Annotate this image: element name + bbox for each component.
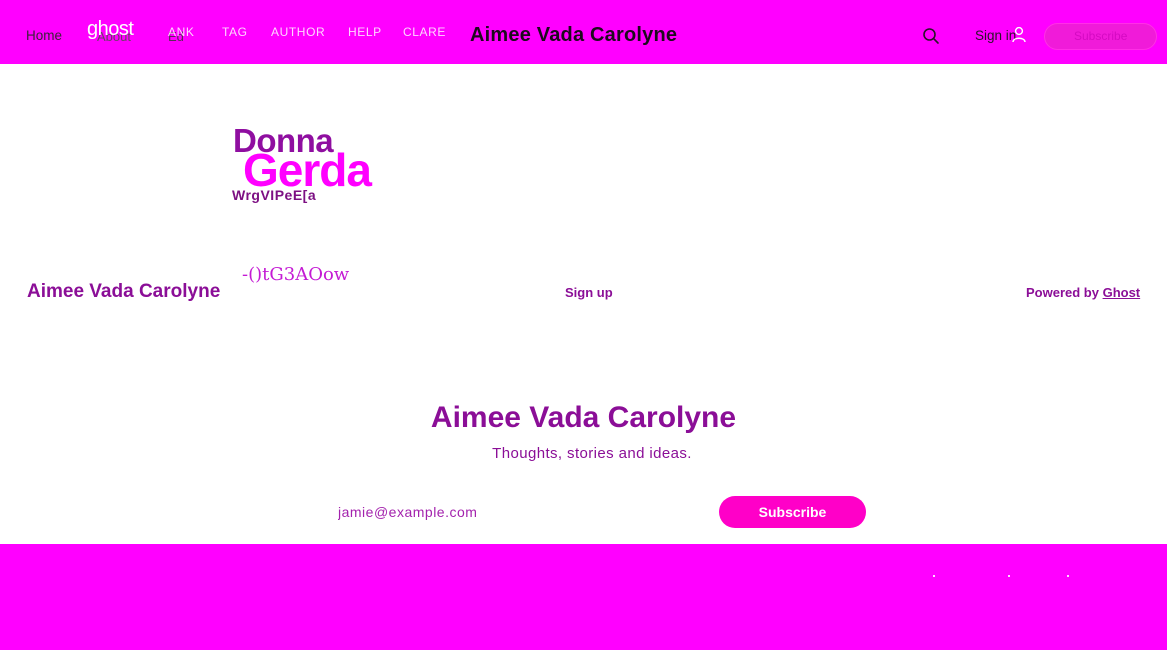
hero-garbled-text-1: WrgVIPeE[a — [232, 187, 317, 203]
footer-signup-link[interactable]: Sign up — [565, 285, 613, 300]
footer-band — [0, 544, 1167, 650]
header-subscribe-button[interactable]: Subscribe — [1044, 23, 1157, 50]
nav-link-clare[interactable]: CLARE — [403, 25, 446, 39]
cta-title: Aimee Vada Carolyne — [430, 401, 737, 434]
email-input[interactable] — [330, 496, 718, 528]
header-subscribe-label: Subscribe — [1074, 29, 1128, 43]
ghost-logo[interactable]: ghost — [87, 19, 134, 39]
user-icon — [1012, 26, 1026, 43]
powered-by-prefix: Powered by — [1026, 285, 1103, 300]
nav-link-author[interactable]: AUTHOR — [271, 25, 325, 39]
nav-home-link[interactable]: Home — [26, 28, 62, 43]
nav-link-tag[interactable]: TAG — [222, 25, 248, 39]
cta-subtitle: Thoughts, stories and ideas. — [492, 445, 692, 462]
footer-site-title[interactable]: Aimee Vada Carolyne — [27, 281, 220, 303]
ghost-link[interactable]: Ghost — [1103, 285, 1141, 300]
footer-dot — [1008, 575, 1010, 577]
subscribe-button[interactable]: Subscribe — [719, 496, 866, 528]
footer-dot — [1067, 575, 1069, 577]
hero-garbled-text-2: -()tG3AOow — [242, 264, 350, 285]
powered-by: Powered by Ghost — [1026, 285, 1140, 300]
footer-dot — [933, 575, 935, 577]
nav-link-ank[interactable]: ANK — [168, 25, 194, 39]
site-title[interactable]: Aimee Vada Carolyne — [470, 24, 677, 47]
nav-link-help[interactable]: HELP — [348, 25, 382, 39]
search-icon[interactable] — [922, 27, 940, 45]
